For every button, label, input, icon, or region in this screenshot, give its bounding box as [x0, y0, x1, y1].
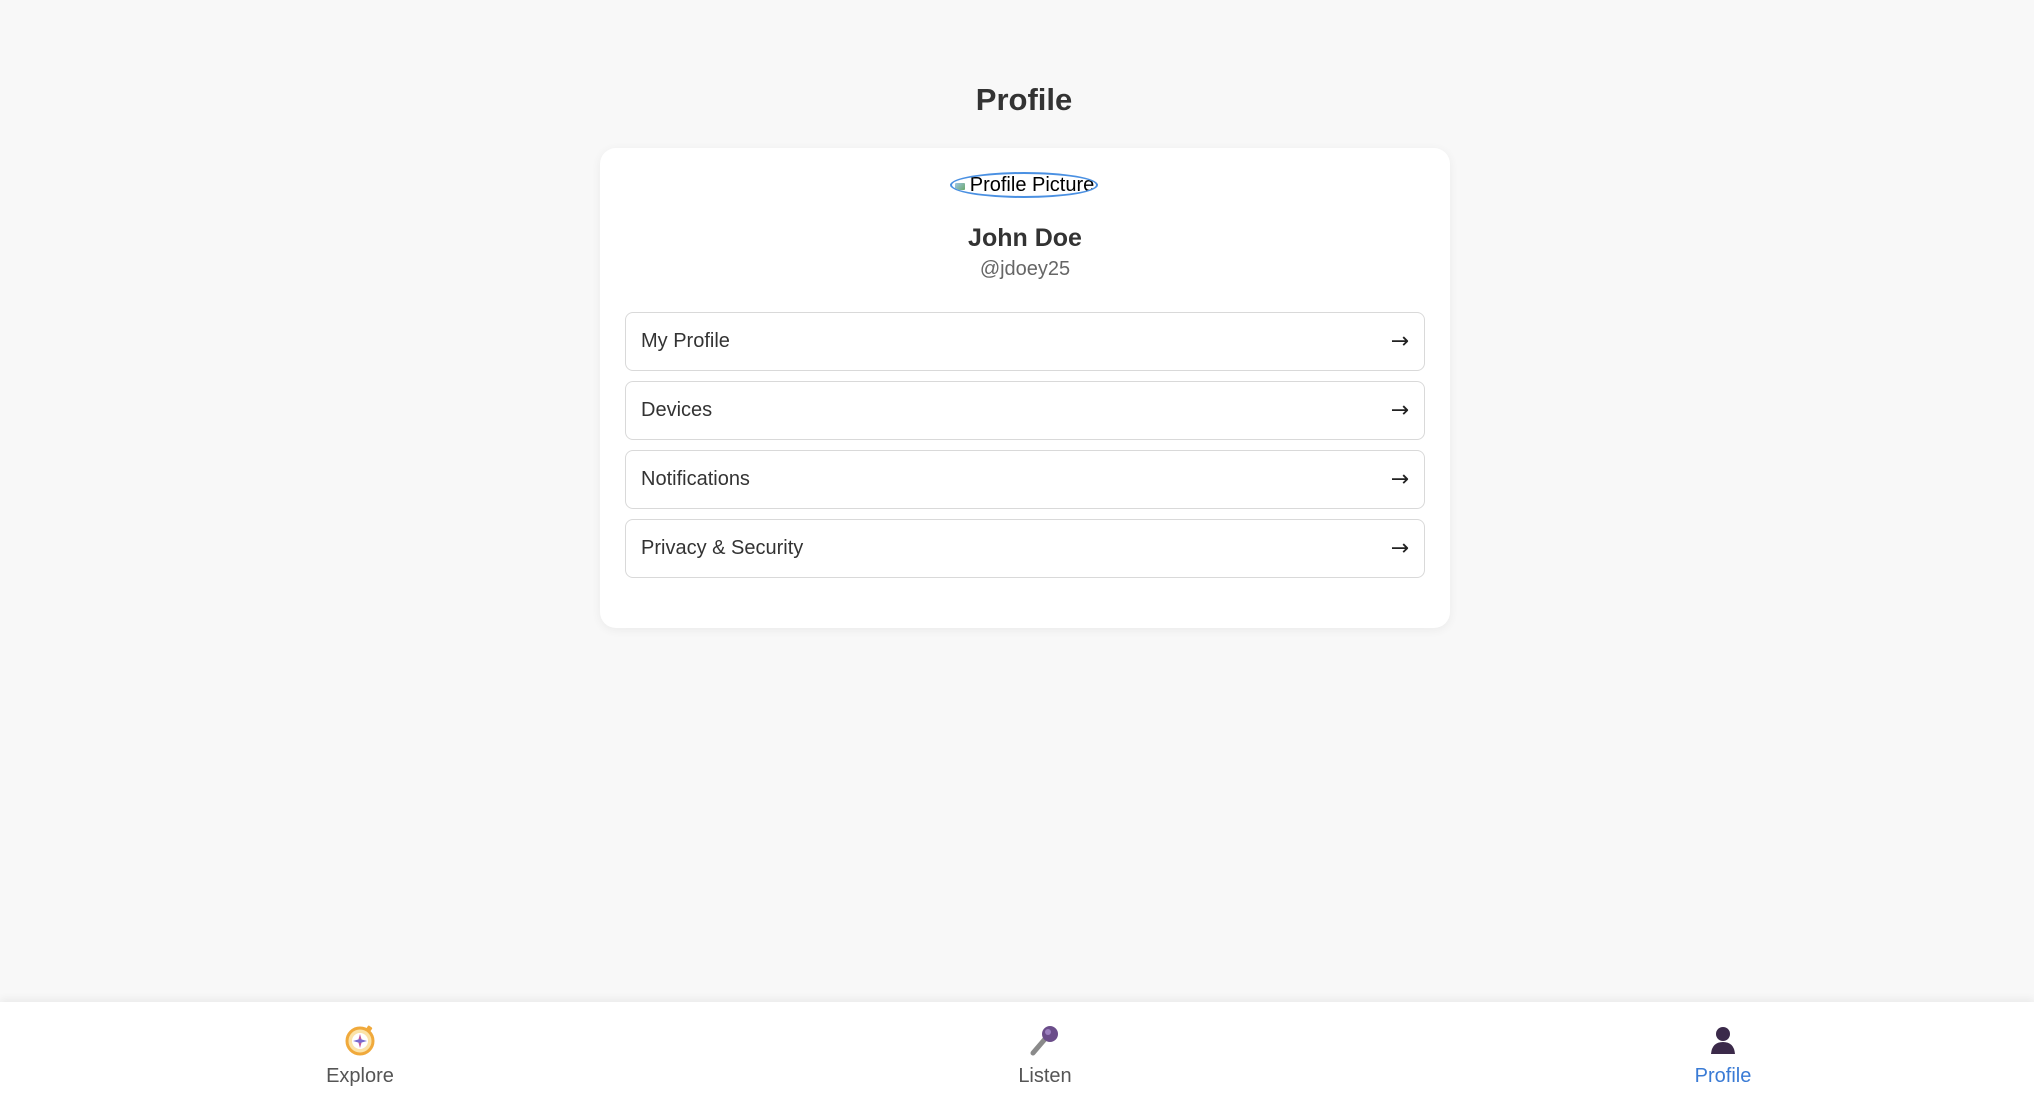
nav-label: Explore [326, 1065, 394, 1087]
menu-item-my-profile[interactable]: My Profile → [625, 312, 1425, 371]
arrow-right-icon: → [1390, 329, 1409, 354]
compass-icon [343, 1023, 377, 1057]
nav-label: Profile [1694, 1065, 1752, 1087]
menu-item-devices[interactable]: Devices → [625, 381, 1425, 440]
menu-item-label: Devices [641, 399, 713, 421]
user-name: John Doe [968, 224, 1082, 252]
nav-label: Listen [1018, 1065, 1072, 1087]
arrow-right-icon: → [1390, 398, 1409, 423]
nav-item-explore[interactable]: Explore [280, 1002, 440, 1095]
broken-image-icon [954, 179, 968, 191]
menu-item-notifications[interactable]: Notifications → [625, 450, 1425, 509]
profile-card: Profile Picture John Doe @jdoey25 My Pro… [600, 148, 1450, 628]
bottom-navigation: Explore Listen Profile [0, 1002, 2034, 1095]
menu-item-label: Privacy & Security [641, 537, 804, 559]
user-handle: @jdoey25 [979, 258, 1071, 280]
page-title: Profile [975, 82, 1073, 117]
nav-item-profile[interactable]: Profile [1643, 1002, 1803, 1095]
arrow-right-icon: → [1390, 467, 1409, 492]
menu-item-privacy-security[interactable]: Privacy & Security → [625, 519, 1425, 578]
arrow-right-icon: → [1390, 536, 1409, 561]
nav-item-listen[interactable]: Listen [965, 1002, 1125, 1095]
profile-page: Profile Profile Picture John Doe @jdoey2… [0, 0, 2034, 1095]
menu-item-label: My Profile [641, 330, 730, 352]
avatar-alt-text: Profile Picture [969, 173, 1095, 196]
profile-menu: My Profile → Devices → Notifications → P… [625, 312, 1425, 588]
avatar: Profile Picture [950, 172, 1098, 198]
microphone-icon [1028, 1023, 1062, 1057]
person-icon [1706, 1023, 1740, 1057]
menu-item-label: Notifications [641, 468, 750, 490]
